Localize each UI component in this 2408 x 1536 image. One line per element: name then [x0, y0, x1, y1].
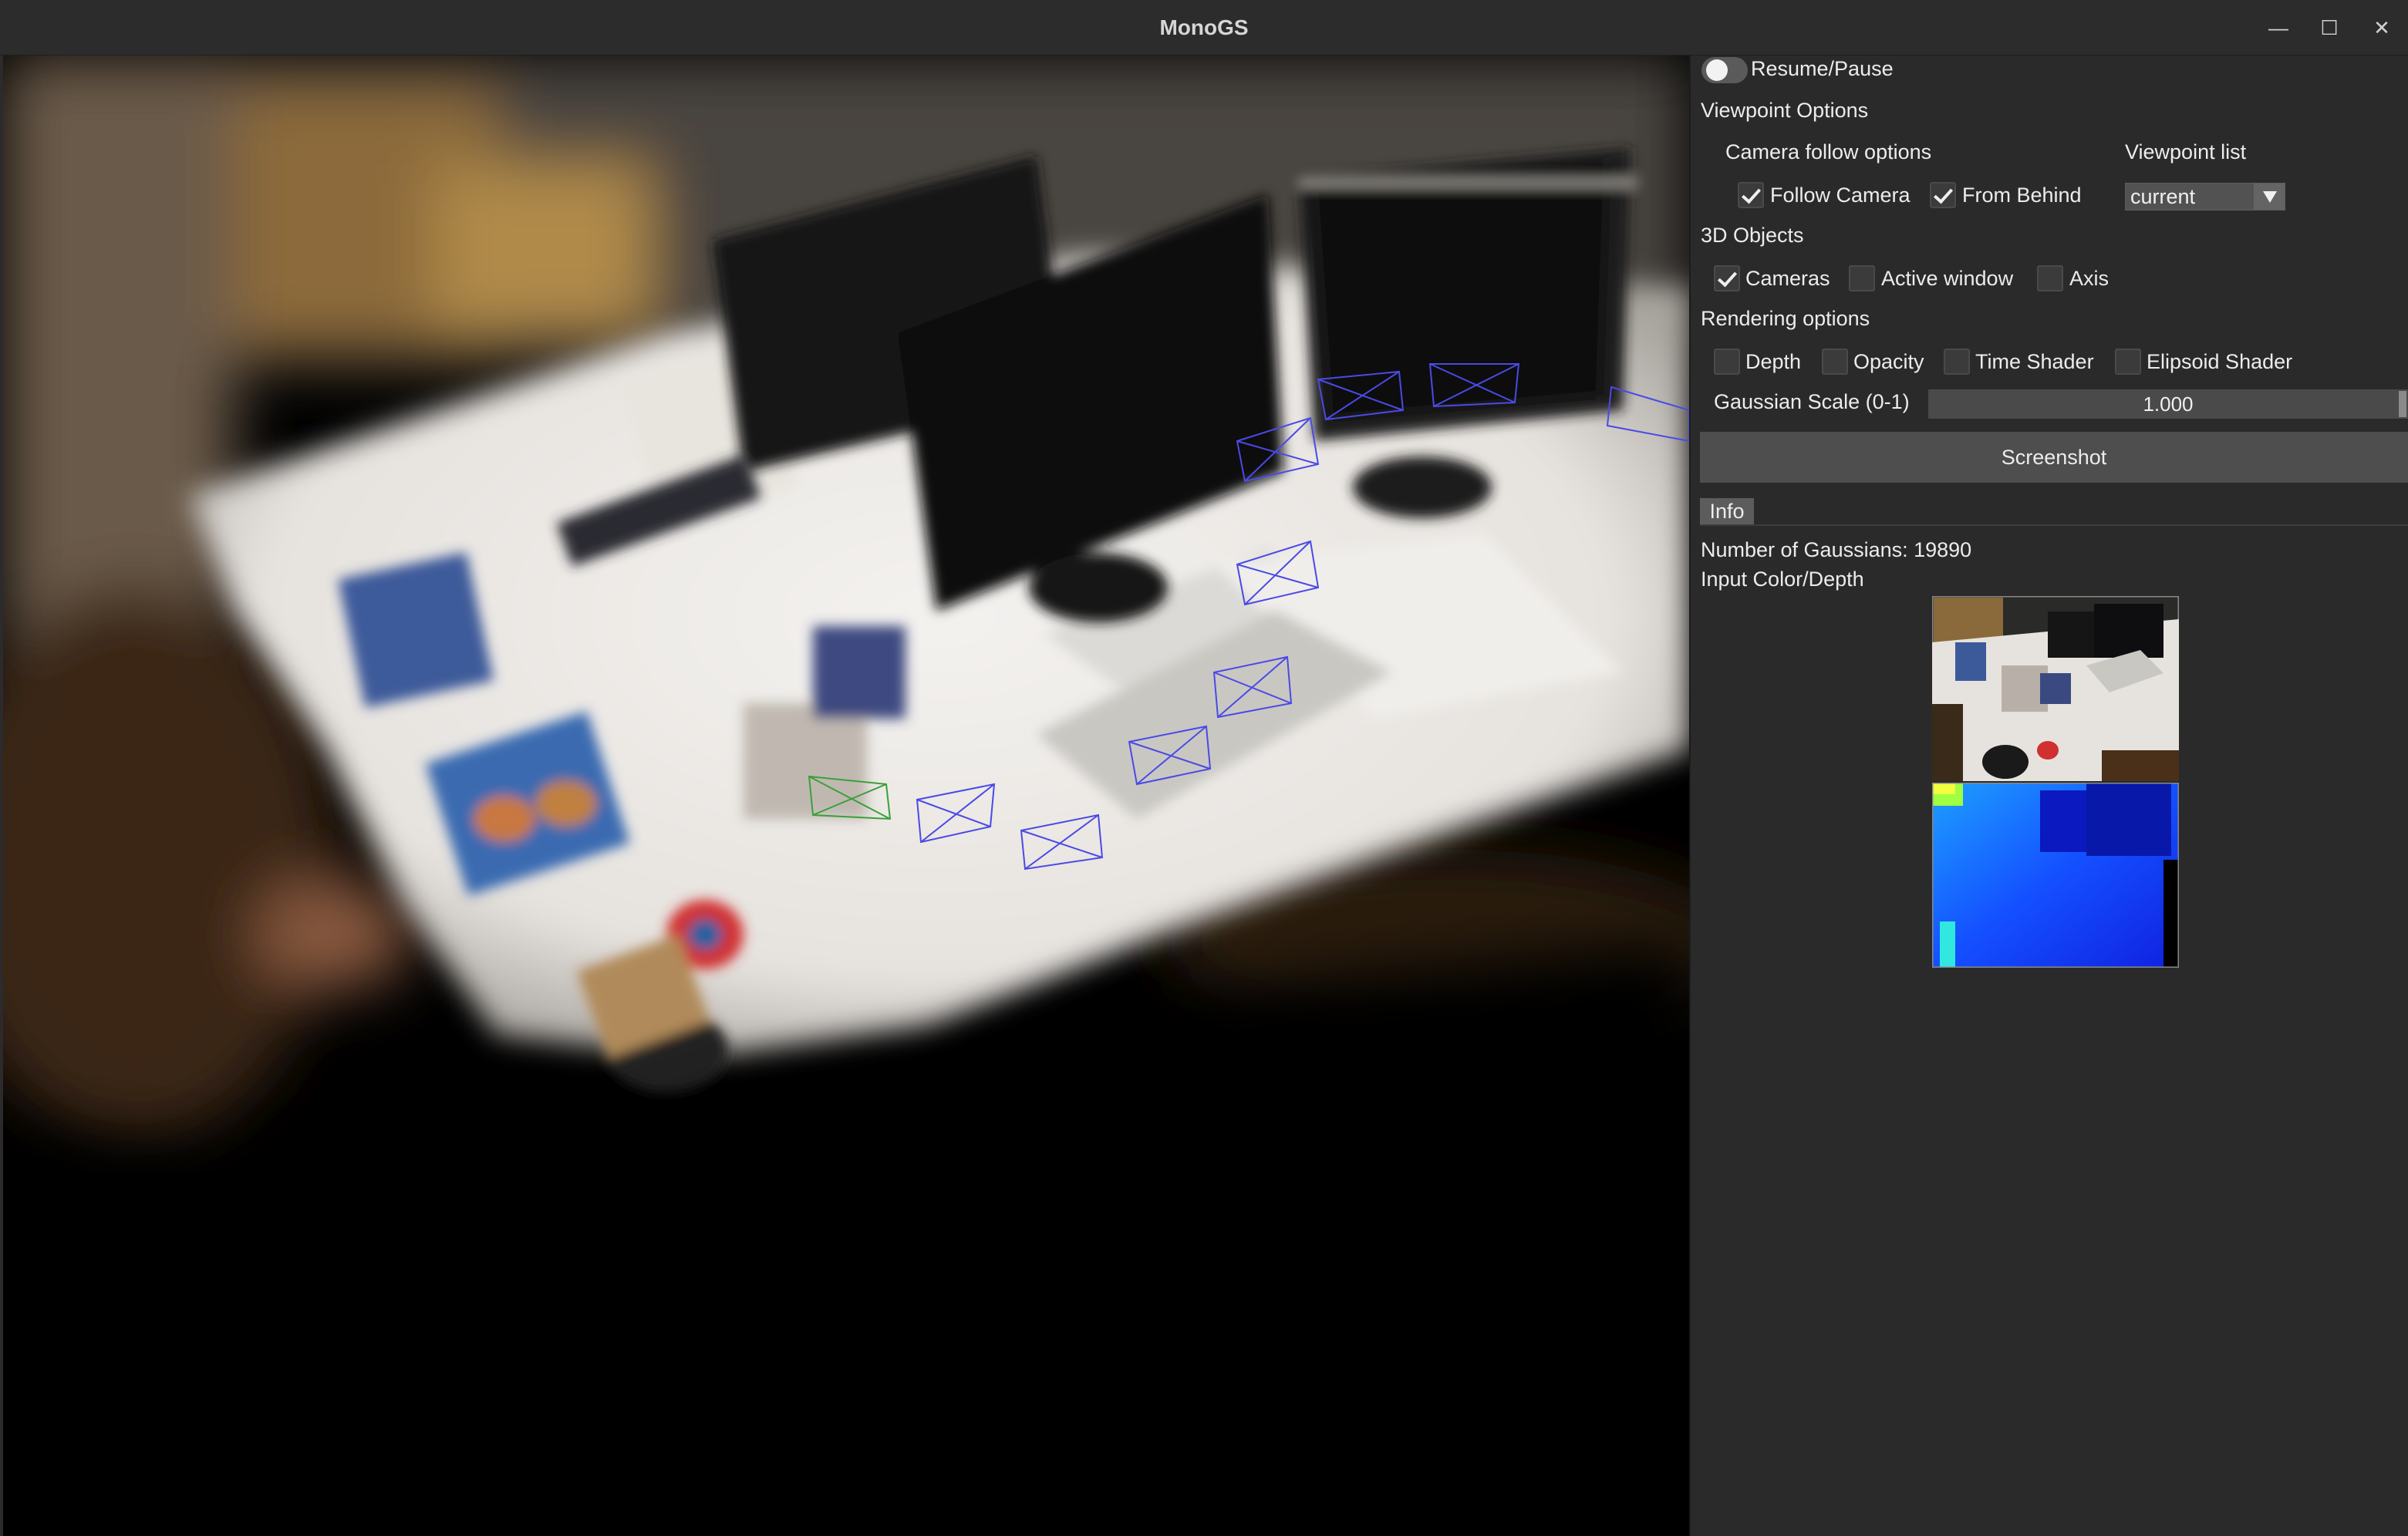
from-behind-checkbox[interactable]: [1930, 182, 1956, 208]
opacity-label: Opacity: [1853, 350, 1924, 373]
tab-info[interactable]: Info: [1700, 498, 1754, 524]
gaussian-scale-label: Gaussian Scale (0-1): [1714, 390, 1910, 413]
cameras-checkbox[interactable]: [1714, 265, 1740, 291]
gaussian-scale-value: 1.000: [2143, 392, 2194, 416]
minimize-icon[interactable]: —: [2261, 11, 2295, 45]
opacity-checkbox[interactable]: [1822, 349, 1848, 375]
gaussian-scale-slider[interactable]: 1.000: [1928, 389, 2408, 419]
active-window-label: Active window: [1881, 267, 2014, 290]
time-shader-label: Time Shader: [1975, 350, 2094, 373]
chevron-down-icon[interactable]: [2254, 184, 2285, 210]
input-color-depth-label: Input Color/Depth: [1701, 568, 1864, 591]
active-window-checkbox[interactable]: [1849, 265, 1875, 291]
follow-camera-label: Follow Camera: [1770, 184, 1911, 207]
time-shader-checkbox[interactable]: [1944, 349, 1970, 375]
from-behind-label: From Behind: [1962, 184, 2082, 207]
viewpoint-list-heading: Viewpoint list: [2125, 140, 2247, 163]
cameras-label: Cameras: [1745, 267, 1830, 290]
viewpoint-options-heading[interactable]: Viewpoint Options: [1701, 99, 1868, 123]
elipsoid-shader-checkbox[interactable]: [2115, 349, 2141, 375]
maximize-icon[interactable]: ☐: [2312, 11, 2346, 45]
gaussian-count: Number of Gaussians: 19890: [1701, 538, 1972, 561]
viewpoint-select-value: current: [2130, 185, 2196, 208]
objects-heading[interactable]: 3D Objects: [1701, 224, 1804, 248]
axis-label: Axis: [2069, 267, 2110, 290]
tab-divider: [1700, 524, 2408, 526]
render-viewport[interactable]: [3, 56, 1689, 1536]
input-depth-image: [1932, 783, 2179, 968]
follow-camera-checkbox[interactable]: [1738, 182, 1764, 208]
depth-label: Depth: [1745, 350, 1802, 373]
resume-pause-toggle-switch[interactable]: [1701, 57, 1748, 83]
rendering-heading[interactable]: Rendering options: [1701, 307, 1870, 331]
screenshot-button[interactable]: Screenshot: [1700, 432, 2408, 483]
input-color-image: [1932, 596, 2179, 781]
depth-checkbox[interactable]: [1714, 349, 1740, 375]
camera-follow-heading: Camera follow options: [1725, 140, 1932, 163]
close-icon[interactable]: ✕: [2365, 11, 2399, 45]
slider-grab[interactable]: [2399, 391, 2406, 417]
gaussian-splat-scene[interactable]: [3, 56, 1689, 1536]
resume-pause-label: Resume/Pause: [1751, 57, 1894, 80]
viewpoint-select[interactable]: current: [2125, 183, 2285, 211]
axis-checkbox[interactable]: [2037, 265, 2063, 291]
title-bar: MonoGS — ☐ ✕: [0, 0, 2408, 56]
window-title: MonoGS: [1159, 15, 1249, 39]
elipsoid-shader-label: Elipsoid Shader: [2147, 350, 2293, 373]
toggle-knob: [1706, 59, 1728, 81]
